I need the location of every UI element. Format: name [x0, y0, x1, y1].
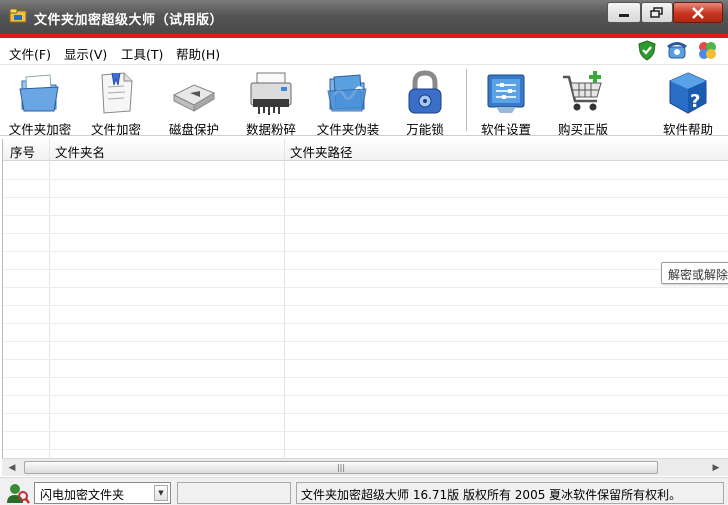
tool-label: 购买正版 — [557, 122, 608, 137]
tool-label: 软件帮助 — [662, 122, 713, 137]
column-divider — [284, 139, 285, 458]
grid-line — [3, 287, 728, 288]
horizontal-scrollbar[interactable]: ◀ ||| ▶ — [2, 458, 728, 476]
tool-label: 软件设置 — [480, 122, 531, 137]
help-button[interactable]: ? 软件帮助 — [652, 67, 724, 137]
grid-line — [3, 233, 728, 234]
status-bar: 闪电加密文件夹 ▼ 文件夹加密超级大师 16.71版 版权所有 2005 夏冰软… — [0, 477, 728, 505]
status-panel — [177, 482, 291, 504]
grid-line — [3, 431, 728, 432]
grid-line — [3, 305, 728, 306]
encrypt-mode-value: 闪电加密文件夹 — [40, 488, 125, 502]
grid-line — [3, 197, 728, 198]
tool-label: 数据粉碎 — [245, 122, 296, 137]
scrollbar-thumb[interactable]: ||| — [24, 461, 658, 474]
buy-license-button[interactable]: 购买正版 — [547, 67, 619, 137]
grid-line — [3, 449, 728, 450]
tool-label: 磁盘保护 — [168, 122, 219, 137]
title-bar: 文件夹加密超级大师（试用版） — [0, 0, 728, 34]
colorful-flower-icon[interactable] — [696, 39, 718, 61]
menu-help[interactable]: 帮助(H) — [176, 44, 220, 63]
grid-line — [3, 413, 728, 414]
minimize-icon — [619, 13, 629, 17]
menu-view[interactable]: 显示(V) — [64, 44, 107, 63]
menu-bar: 文件(F) 显示(V) 工具(T) 帮助(H) — [0, 38, 728, 64]
tool-label: 文件夹加密 — [8, 122, 72, 137]
close-button[interactable] — [673, 2, 723, 23]
restore-icon — [650, 6, 663, 18]
list-header: 序号 文件夹名 文件夹路径 — [3, 139, 728, 161]
folder-disguise-icon — [327, 74, 367, 112]
help-cube-icon: ? — [669, 72, 707, 114]
column-header-folder-name[interactable]: 文件夹名 — [55, 142, 105, 161]
copyright-text: 文件夹加密超级大师 16.71版 版权所有 2005 夏冰软件保留所有权利。 — [296, 482, 724, 504]
minimize-button[interactable] — [607, 2, 641, 23]
grid-line — [3, 377, 728, 378]
svg-text:?: ? — [690, 91, 700, 112]
tool-label: 文件加密 — [90, 122, 141, 137]
scroll-left-icon[interactable]: ◀ — [4, 461, 20, 475]
disk-protect-icon — [172, 84, 216, 112]
tool-label: 文件夹伪装 — [316, 122, 380, 137]
grid-line — [3, 269, 728, 270]
file-encrypt-icon — [101, 72, 133, 114]
column-header-index[interactable]: 序号 — [10, 142, 35, 161]
grid-line — [3, 251, 728, 252]
universal-lock-button[interactable]: 万能锁 — [389, 67, 461, 137]
file-encrypt-button[interactable]: 文件加密 — [80, 67, 152, 137]
padlock-icon — [408, 70, 442, 114]
folder-encrypt-icon — [19, 74, 59, 112]
close-icon — [692, 6, 704, 19]
scroll-right-icon[interactable]: ▶ — [708, 461, 724, 475]
tool-label: 万能锁 — [406, 122, 444, 137]
grid-line — [3, 395, 728, 396]
shopping-cart-icon — [563, 71, 602, 111]
toolbar: 文件夹加密 文件加密 磁盘保护 数据粉碎 文件夹伪装 万能锁 软件设置 购买正版… — [0, 64, 728, 137]
encrypt-mode-select[interactable]: 闪电加密文件夹 ▼ — [34, 482, 171, 504]
tooltip: 解密或解除 — [661, 262, 728, 284]
grid-line — [3, 359, 728, 360]
shredder-icon — [250, 72, 292, 115]
folder-encrypt-button[interactable]: 文件夹加密 — [4, 67, 76, 137]
menu-file[interactable]: 文件(F) — [9, 44, 51, 63]
folder-list[interactable]: 序号 文件夹名 文件夹路径 — [2, 139, 728, 458]
user-search-icon[interactable] — [6, 482, 30, 504]
column-header-folder-path[interactable]: 文件夹路径 — [290, 142, 353, 161]
app-logo-icon — [9, 8, 27, 23]
settings-icon — [487, 74, 525, 113]
grid-line — [3, 179, 728, 180]
grid-line — [3, 323, 728, 324]
telephone-icon[interactable] — [666, 39, 688, 61]
window-title: 文件夹加密超级大师（试用版） — [34, 13, 224, 28]
menu-tools[interactable]: 工具(T) — [121, 44, 163, 63]
restore-button[interactable] — [641, 2, 673, 23]
shield-check-icon[interactable] — [636, 39, 658, 61]
grid-line — [3, 215, 728, 216]
settings-button[interactable]: 软件设置 — [470, 67, 542, 137]
data-shred-button[interactable]: 数据粉碎 — [235, 67, 307, 137]
toolbar-separator — [466, 69, 468, 131]
chevron-down-icon[interactable]: ▼ — [154, 485, 168, 501]
disk-protect-button[interactable]: 磁盘保护 — [158, 67, 230, 137]
grid-line — [3, 341, 728, 342]
column-divider — [49, 139, 50, 458]
folder-disguise-button[interactable]: 文件夹伪装 — [312, 67, 384, 137]
